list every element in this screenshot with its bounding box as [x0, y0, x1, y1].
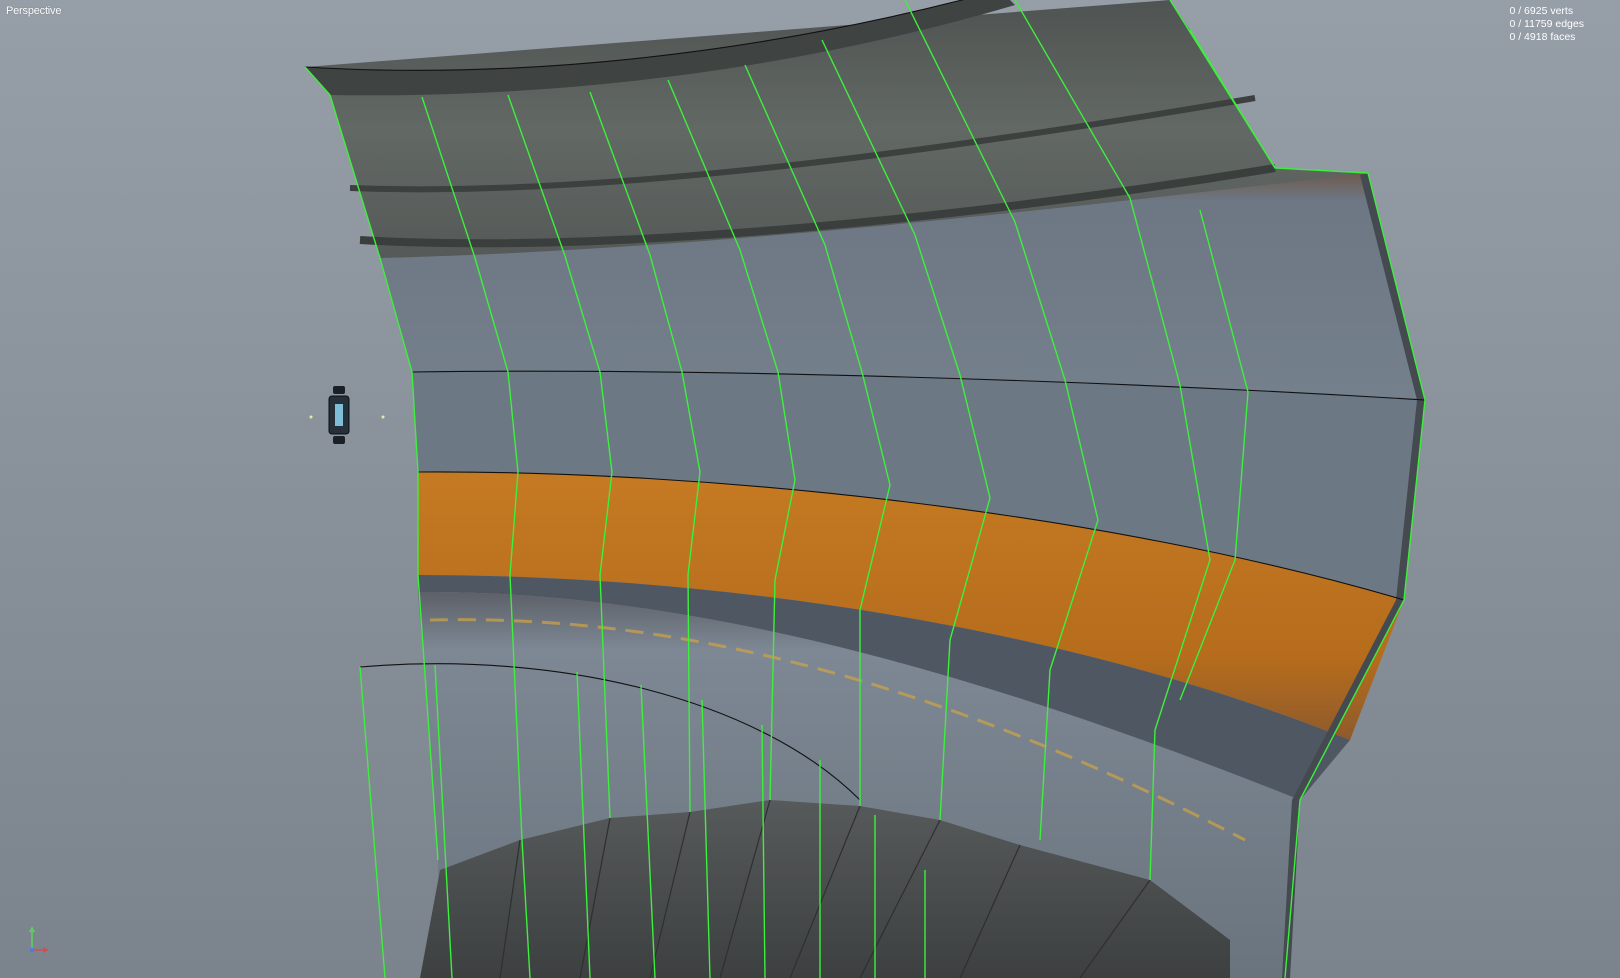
scene-mesh[interactable] [0, 0, 1620, 978]
mesh-stats: 0 / 6925 verts 0 / 11759 edges 0 / 4918 … [1509, 5, 1584, 44]
light-entity-icon[interactable] [309, 386, 385, 444]
perspective-viewport[interactable]: Perspective 0 / 6925 verts 0 / 11759 edg… [0, 0, 1620, 978]
viewport-label[interactable]: Perspective [6, 5, 61, 17]
axis-gizmo-icon [29, 926, 49, 953]
faces-count: 0 / 4918 faces [1509, 31, 1576, 43]
edges-count: 0 / 11759 edges [1509, 18, 1584, 30]
verts-count: 0 / 6925 verts [1509, 5, 1574, 17]
